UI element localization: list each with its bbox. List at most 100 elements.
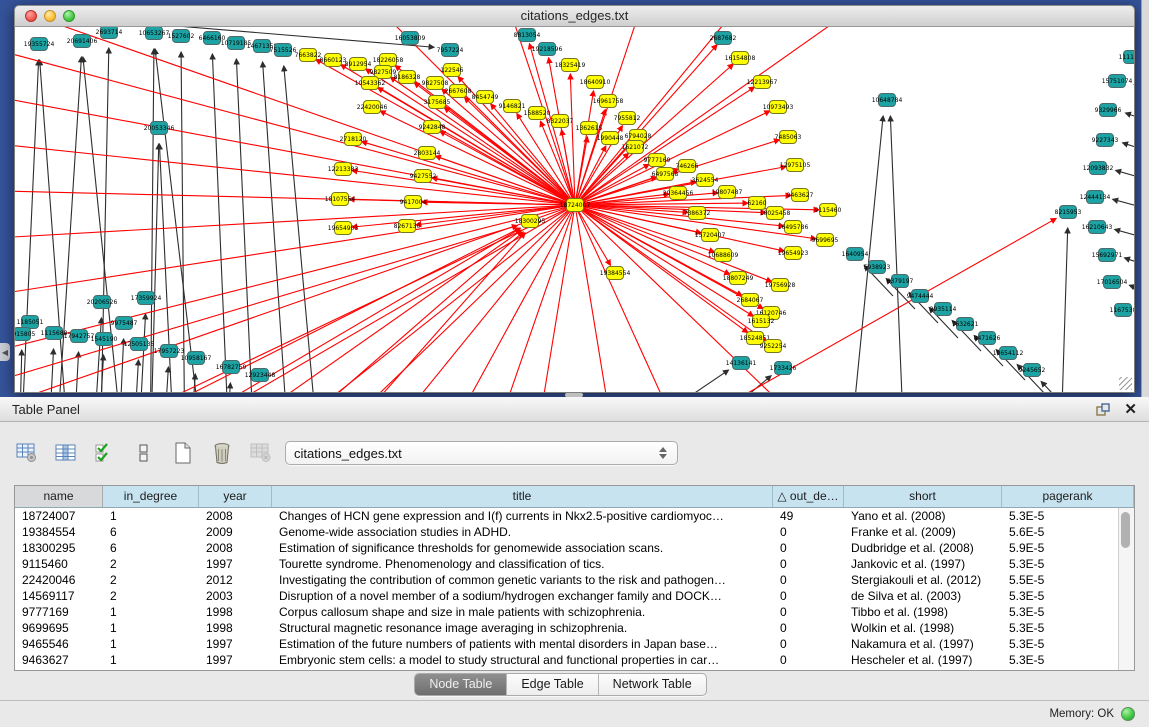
network-view[interactable]: 1935572420691406269371410653267152760264… xyxy=(14,27,1135,393)
column-header-title[interactable]: title xyxy=(272,486,773,507)
network-node[interactable]: 9227343 xyxy=(1092,134,1119,147)
network-node[interactable]: 8322037 xyxy=(547,115,574,128)
column-header-short[interactable]: short xyxy=(844,486,1002,507)
network-node[interactable]: 17016504 xyxy=(1097,276,1128,289)
delete-icon[interactable] xyxy=(209,440,235,466)
network-node[interactable]: 12923448 xyxy=(245,369,276,382)
network-node[interactable]: 16053809 xyxy=(395,32,426,45)
network-node[interactable]: 19654923 xyxy=(778,247,809,260)
network-node[interactable]: 2803144 xyxy=(414,147,441,160)
network-node[interactable]: 2693714 xyxy=(96,27,123,39)
column-header-name[interactable]: name xyxy=(15,486,103,507)
network-node[interactable]: 9699695 xyxy=(812,234,839,247)
zoom-window-icon[interactable] xyxy=(63,10,75,22)
table-row[interactable]: 1872400712008Changes of HCN gene express… xyxy=(15,508,1118,524)
table-row[interactable]: 977716911998Corpus callosum shape and si… xyxy=(15,604,1118,620)
network-node[interactable]: 8454749 xyxy=(472,91,499,104)
network-node[interactable]: 12213967 xyxy=(747,76,778,89)
network-node[interactable]: 19654903 xyxy=(328,222,359,235)
network-node[interactable]: 7663822 xyxy=(295,49,322,62)
network-node[interactable]: 20206526 xyxy=(87,296,118,309)
column-header-in_degree[interactable]: in_degree xyxy=(103,486,199,507)
network-node[interactable]: 16782759 xyxy=(216,361,247,374)
table-panel-header[interactable]: Table Panel ✕ xyxy=(0,397,1149,422)
network-node[interactable]: 122546 xyxy=(441,64,464,77)
network-node[interactable]: 7632621 xyxy=(952,318,979,331)
table-row[interactable]: 969969511998Structural magnetic resonanc… xyxy=(15,620,1118,636)
network-node[interactable]: 16154808 xyxy=(725,52,756,65)
float-panel-icon[interactable] xyxy=(1096,403,1110,416)
network-node[interactable]: 19218596 xyxy=(532,43,563,56)
network-node[interactable]: 2687682 xyxy=(710,32,737,45)
select-columns-icon[interactable] xyxy=(92,440,118,466)
network-node[interactable]: 10688609 xyxy=(708,249,739,262)
network-node[interactable]: 8912954 xyxy=(345,58,372,71)
network-node[interactable]: 746266 xyxy=(676,160,699,173)
network-node[interactable]: 18325419 xyxy=(555,59,586,72)
table-row[interactable]: 1830029562008Estimation of significance … xyxy=(15,540,1118,556)
network-node[interactable]: 15751074 xyxy=(1102,75,1133,88)
network-node[interactable]: 10958167 xyxy=(181,352,212,365)
row-height-icon[interactable] xyxy=(131,440,157,466)
network-node[interactable]: 9427552 xyxy=(410,170,437,183)
network-node[interactable]: 9417004 xyxy=(400,196,427,209)
table-row[interactable]: 946362711997Embryonic stem cells: a mode… xyxy=(15,652,1118,668)
import-table-icon[interactable] xyxy=(248,440,274,466)
network-window[interactable]: citations_edges.txt 19355724206914062693… xyxy=(14,5,1135,393)
network-node[interactable]: 6379197 xyxy=(887,275,914,288)
network-node[interactable]: 7386372 xyxy=(684,207,711,220)
network-node[interactable]: 9245652 xyxy=(1019,364,1046,377)
tab-edge-table[interactable]: Edge Table xyxy=(507,674,598,695)
network-node[interactable]: 15720407 xyxy=(695,229,726,242)
memory-status-icon[interactable] xyxy=(1121,707,1135,721)
network-node[interactable]: 8813054 xyxy=(514,29,541,42)
network-node[interactable]: 18107554 xyxy=(325,193,356,206)
network-node[interactable]: 3624554 xyxy=(692,174,719,187)
network-node[interactable]: 10653267 xyxy=(139,27,170,40)
network-node[interactable]: 1527602 xyxy=(168,30,195,43)
network-node[interactable]: 9329966 xyxy=(1095,104,1122,117)
network-node[interactable]: 8660123 xyxy=(320,54,347,67)
network-node[interactable]: 7955812 xyxy=(614,112,641,125)
table-selector[interactable]: citations_edges.txt xyxy=(285,441,678,465)
new-table-icon[interactable] xyxy=(170,440,196,466)
network-node[interactable]: 20053346 xyxy=(144,122,175,135)
network-node[interactable]: 19355724 xyxy=(24,38,55,51)
network-node[interactable]: 8471626 xyxy=(974,332,1001,345)
column-header-year[interactable]: year xyxy=(199,486,272,507)
network-node[interactable]: 9463627 xyxy=(787,189,814,202)
network-node[interactable]: 15692971 xyxy=(1092,249,1123,262)
network-node[interactable]: 1545190 xyxy=(91,333,118,346)
network-node[interactable]: 1640954 xyxy=(842,248,869,261)
network-node[interactable]: 10648784 xyxy=(872,94,903,107)
column-header-out_de[interactable]: △ out_de… xyxy=(773,486,844,507)
network-node[interactable]: 16495786 xyxy=(778,221,809,234)
network-node[interactable]: 1111704 xyxy=(1119,51,1134,64)
column-header-pagerank[interactable]: pagerank xyxy=(1002,486,1134,507)
network-node[interactable]: 16961758 xyxy=(593,95,624,108)
table-options-icon[interactable] xyxy=(14,440,40,466)
network-svg[interactable]: 1935572420691406269371410653267152760264… xyxy=(15,27,1134,392)
table-row[interactable]: 946554611997Estimation of the future num… xyxy=(15,636,1118,652)
network-node[interactable]: 2718120 xyxy=(340,133,367,146)
table-scrollbar[interactable] xyxy=(1118,508,1134,670)
scrollbar-thumb[interactable] xyxy=(1121,512,1130,548)
network-node[interactable]: 1990448 xyxy=(597,132,624,145)
network-window-titlebar[interactable]: citations_edges.txt xyxy=(14,5,1135,27)
close-panel-icon[interactable]: ✕ xyxy=(1124,402,1137,417)
tab-node-table[interactable]: Node Table xyxy=(415,674,507,695)
network-node[interactable]: 6497568 xyxy=(652,168,679,181)
network-node[interactable]: 1167530 xyxy=(1110,304,1134,317)
panel-collapse-handle[interactable]: ◀ xyxy=(0,343,10,361)
network-node[interactable]: 12505135 xyxy=(124,338,155,351)
network-node[interactable]: 12093832 xyxy=(1083,162,1114,175)
tab-network-table[interactable]: Network Table xyxy=(599,674,706,695)
network-node[interactable]: 62160 xyxy=(747,197,766,210)
splitter-handle[interactable] xyxy=(565,393,583,397)
network-node[interactable]: 1733426 xyxy=(770,362,797,375)
show-columns-icon[interactable] xyxy=(53,440,79,466)
network-node[interactable]: 2935114 xyxy=(930,303,957,316)
table-row[interactable]: 911546021997Tourette syndrome. Phenomeno… xyxy=(15,556,1118,572)
network-node[interactable]: 14136141 xyxy=(726,357,757,370)
network-node[interactable]: 22420046 xyxy=(357,101,388,114)
